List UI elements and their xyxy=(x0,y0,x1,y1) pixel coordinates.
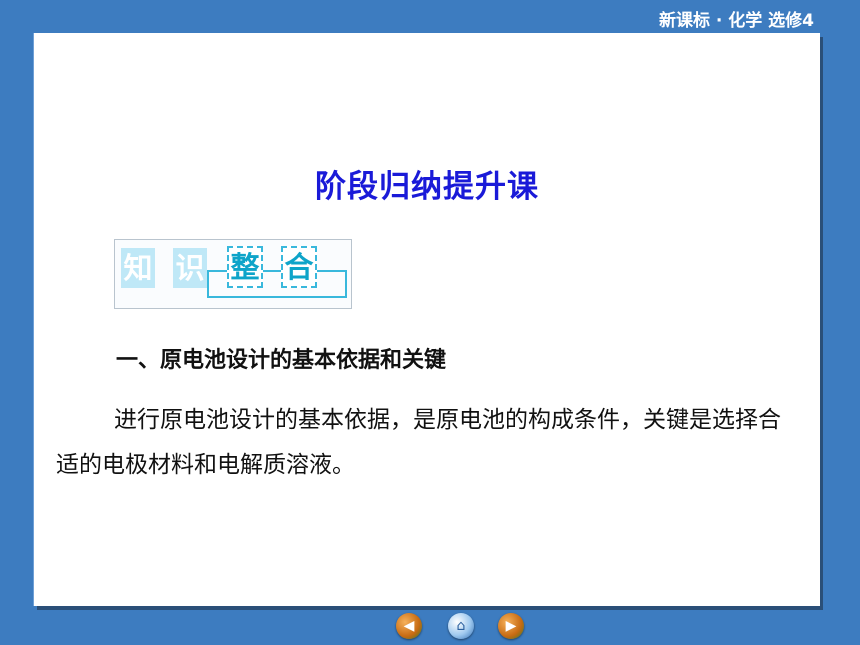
banner-line xyxy=(317,270,347,272)
body-paragraph: 进行原电池设计的基本依据，是原电池的构成条件，关键是选择合适的电极材料和电解质溶… xyxy=(56,407,781,478)
next-button[interactable]: ▶ xyxy=(498,613,524,639)
banner-char-4: 合 xyxy=(281,246,317,288)
banner-line xyxy=(345,270,347,298)
arrow-left-icon: ◀ xyxy=(403,618,415,634)
section-heading: 一、原电池设计的基本依据和关键 xyxy=(116,348,447,373)
prev-button[interactable]: ◀ xyxy=(396,613,422,639)
banner-char-1: 知 xyxy=(121,248,155,288)
banner-line xyxy=(207,296,347,298)
page-title: 阶段归纳提升课 xyxy=(315,169,539,205)
banner-line xyxy=(207,270,227,272)
banner-line xyxy=(207,270,209,298)
arrow-right-icon: ▶ xyxy=(505,618,517,634)
home-button[interactable]: ⌂ xyxy=(448,613,474,639)
knowledge-banner: 知 识 整 合 xyxy=(114,239,352,309)
banner-char-2: 识 xyxy=(173,248,207,288)
course-header: 新课标 · 化学 选修4 xyxy=(658,11,814,31)
home-icon: ⌂ xyxy=(456,618,466,634)
slide-content: 阶段归纳提升课 知 识 整 合 一、原电池设计的基本依据和关键 进行原电池设计的… xyxy=(34,33,820,606)
banner-char-3: 整 xyxy=(227,246,263,288)
banner-line xyxy=(263,270,281,272)
